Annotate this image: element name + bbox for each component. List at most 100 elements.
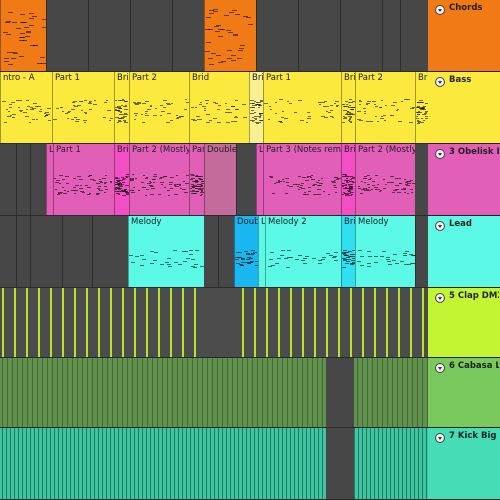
fold-chevron-icon[interactable] <box>435 5 445 15</box>
clip-obelisk[interactable]: Part 2 (Mostly <box>355 144 415 215</box>
drum-hit <box>50 428 51 499</box>
clip-bass[interactable]: Part 2 <box>355 72 415 143</box>
drum-hit <box>322 358 323 427</box>
midi-note <box>160 115 162 116</box>
lane-cabasa[interactable] <box>0 358 428 428</box>
midi-note <box>228 32 233 33</box>
clip-lead[interactable]: Brid <box>341 216 355 287</box>
fold-chevron-icon[interactable] <box>435 149 445 159</box>
clip-label: Brid <box>344 217 355 227</box>
clip-lead[interactable]: Melody 2 <box>265 216 341 287</box>
drum-hit <box>266 428 267 499</box>
clip-bass[interactable]: ntro - A <box>0 72 52 143</box>
clip-chords-2[interactable] <box>204 0 256 71</box>
fold-chevron-icon[interactable] <box>435 433 445 443</box>
midi-note <box>351 188 353 189</box>
fold-chevron-icon[interactable] <box>435 293 445 303</box>
track-header-obelisk[interactable]: 3 Obelisk Be <box>428 144 500 216</box>
midi-note <box>217 122 221 123</box>
clip-obelisk[interactable]: L <box>256 144 263 215</box>
midi-note <box>343 188 347 189</box>
clip-bass[interactable]: Part 1 <box>263 72 341 143</box>
drum-hit <box>90 428 91 499</box>
track-header-kick[interactable]: 7 Kick Big Si <box>428 428 500 500</box>
midi-note <box>380 190 382 191</box>
track-header-bass[interactable]: Bass <box>428 72 500 144</box>
clip-obelisk[interactable]: Part 2 (Mostly <box>129 144 189 215</box>
lane-lead[interactable]: Melody Doub L Melody 2 Brid Melody <box>0 216 428 288</box>
fold-chevron-icon[interactable] <box>435 363 445 373</box>
midi-note <box>190 179 193 180</box>
midi-note <box>307 176 311 177</box>
midi-note <box>236 252 240 253</box>
lane-obelisk[interactable]: L Part 1 Brid Part 2 (Mostly Par Double … <box>0 144 428 216</box>
fold-chevron-icon[interactable] <box>435 221 445 231</box>
track-name: Lead <box>449 219 473 229</box>
midi-note <box>85 113 87 114</box>
arrangement-view[interactable]: ntro - A Part 1 Brid Part 2 Brid Brid Pa… <box>0 0 428 500</box>
clip-obelisk[interactable]: Part 1 <box>53 144 114 215</box>
midi-note <box>135 104 139 105</box>
drum-hit <box>154 428 155 499</box>
midi-note <box>194 264 198 265</box>
track-header-chords[interactable]: Chords <box>428 0 500 72</box>
clip-bass[interactable]: Brid <box>114 72 129 143</box>
drum-hit <box>137 358 138 427</box>
clip-bass[interactable]: Brid <box>189 72 249 143</box>
midi-note <box>171 182 173 183</box>
midi-note <box>407 181 411 182</box>
clip-obelisk[interactable]: Part 3 (Notes remo <box>263 144 341 215</box>
track-header-clap[interactable]: 5 Clap DMX A <box>428 288 500 358</box>
lane-kick[interactable] <box>0 428 428 500</box>
clip-lead[interactable]: Melody <box>128 216 204 287</box>
midi-note <box>211 53 216 54</box>
midi-note <box>347 176 349 177</box>
clip-lead[interactable]: Melody <box>355 216 415 287</box>
clip-obelisk[interactable]: Brid <box>341 144 355 215</box>
clip-chords-1[interactable] <box>0 0 46 71</box>
clip-bass[interactable]: Brid <box>249 72 263 143</box>
drum-hit <box>307 358 308 427</box>
midi-note <box>275 113 277 114</box>
drum-hit <box>230 428 231 499</box>
clip-bass[interactable]: Part 1 <box>52 72 114 143</box>
midi-note <box>206 122 210 123</box>
lane-chords[interactable] <box>0 0 428 72</box>
midi-note <box>167 190 170 191</box>
track-header-cabasa[interactable]: 6 Cabasa LD <box>428 358 500 428</box>
midi-note <box>228 112 230 113</box>
drum-hit <box>370 428 371 499</box>
midi-note <box>328 112 331 113</box>
clip-lead[interactable]: L <box>258 216 265 287</box>
midi-note <box>407 193 409 194</box>
midi-note <box>375 175 378 176</box>
clip-lead[interactable]: Doub <box>234 216 258 287</box>
midi-note <box>367 101 371 102</box>
lane-clap[interactable] <box>0 288 428 358</box>
midi-note <box>100 182 103 183</box>
clip-obelisk[interactable]: Brid <box>114 144 129 215</box>
lane-bass[interactable]: ntro - A Part 1 Brid Part 2 Brid Brid Pa… <box>0 72 428 144</box>
midi-note <box>236 109 239 110</box>
midi-note <box>142 259 146 260</box>
clip-obelisk[interactable]: Par <box>189 144 204 215</box>
midi-note <box>213 11 218 12</box>
clip-bass[interactable]: Brid <box>341 72 355 143</box>
track-header-lead[interactable]: Lead <box>428 216 500 288</box>
clip-obelisk[interactable]: L <box>46 144 53 215</box>
midi-note <box>322 102 325 103</box>
clip-bass[interactable]: Brid <box>415 72 428 143</box>
midi-note <box>136 103 139 104</box>
midi-note <box>200 119 202 120</box>
midi-note <box>357 119 361 120</box>
drum-hit <box>394 428 395 499</box>
fold-chevron-icon[interactable] <box>435 77 445 87</box>
clip-bass[interactable]: Part 2 <box>129 72 189 143</box>
clip-obelisk[interactable]: Double <box>204 144 236 215</box>
midi-note <box>269 176 273 177</box>
midi-note <box>200 266 204 267</box>
midi-note <box>209 13 214 14</box>
midi-note <box>251 250 255 251</box>
midi-note <box>104 183 106 184</box>
midi-note <box>6 34 11 35</box>
